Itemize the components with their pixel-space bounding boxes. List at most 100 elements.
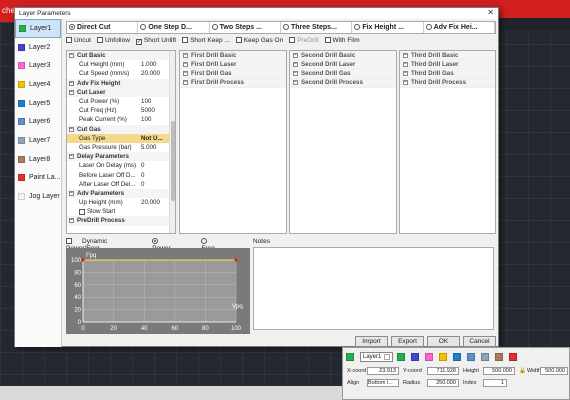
param-value-field[interactable]: Not U... [141,135,167,142]
cancel-button[interactable]: Cancel [463,336,496,347]
param-section[interactable]: − Adv Parameters [67,188,175,198]
import-button[interactable]: Import [355,336,388,347]
scrollbar-thumb[interactable] [171,121,175,201]
param-value-field[interactable]: 1.000 [141,61,167,68]
collapse-icon[interactable]: − [293,52,298,58]
param-scrollbar[interactable] [169,51,175,233]
layer-color-option[interactable] [481,353,490,361]
layer-color-option[interactable] [467,353,476,361]
index-field[interactable]: 1 [483,379,507,387]
parameter-panel[interactable]: − Cut Basic Cut Height (mm) 1.000 Cut Speed … [66,50,176,234]
collapse-icon[interactable]: − [403,80,408,86]
option-checkbox[interactable]: With Film [324,37,360,47]
export-button[interactable]: Export [391,336,424,347]
checkbox-icon[interactable] [79,208,85,215]
option-checkbox[interactable]: Uncut [66,37,91,47]
layer-color-option[interactable] [453,353,462,361]
param-section[interactable]: − Cut Basic [67,51,175,61]
layer-color-option[interactable] [397,353,406,361]
layer-dropdown[interactable]: Layer1 [360,352,394,362]
drill-section[interactable]: − Third Drill Laser [400,60,495,70]
cut-mode-radio[interactable]: Two Steps ... [210,22,281,33]
drill-section[interactable]: − Third Drill Process [400,78,495,88]
cut-mode-radio[interactable]: Fix Height ... [352,22,424,33]
notes-input[interactable] [253,247,494,330]
height-field[interactable]: 500.000 [483,367,515,375]
param-section[interactable]: − Adv Fix Height [67,78,175,88]
param-section[interactable]: − PreDrill Process [67,216,175,226]
collapse-icon[interactable]: − [183,52,188,58]
align-dropdown[interactable]: Bottom l... [367,379,399,387]
drill-section[interactable]: − Second Drill Gas [290,69,396,79]
layer-item[interactable]: Layer7 [15,131,61,150]
param-value-field[interactable]: 5000 [141,107,167,114]
drill-section[interactable]: − Third Drill Gas [400,69,495,79]
param-section[interactable]: − Cut Gas [67,124,175,134]
drill-section[interactable]: − Second Drill Laser [290,60,396,70]
layer-item[interactable]: Layer2 [15,38,61,57]
option-checkbox[interactable]: Short Keep ... [182,37,230,47]
drill-section[interactable]: − Second Drill Basic [290,51,396,61]
drill-section[interactable]: − First Drill Basic [180,51,286,61]
collapse-icon[interactable]: − [293,61,298,67]
param-value-field[interactable]: 0 [141,162,167,169]
collapse-icon[interactable]: − [403,52,408,58]
drill-section[interactable]: − First Drill Process [180,78,286,88]
collapse-icon[interactable]: − [69,89,74,95]
collapse-icon[interactable]: − [183,61,188,67]
y-coord-field[interactable]: 711.928 [427,367,459,375]
x-coord-field[interactable]: 23.913 [367,367,399,375]
layer-item[interactable]: Layer6 [15,112,61,131]
cut-mode-radio[interactable]: Three Steps... [281,22,353,33]
option-checkbox[interactable]: Unfollow [96,37,130,47]
layer-color-option[interactable] [495,353,504,361]
width-field[interactable]: 500.000 [540,367,568,375]
layer-item[interactable]: Layer5 [15,94,61,113]
collapse-icon[interactable]: − [293,80,298,86]
power-radio[interactable]: Power [152,238,191,252]
param-value-field[interactable]: 0 [141,172,167,179]
layer-color-option[interactable] [509,353,518,361]
param-value-field[interactable]: 20.000 [141,199,167,206]
collapse-icon[interactable]: − [183,70,188,76]
close-icon[interactable]: ✕ [487,8,494,17]
collapse-icon[interactable]: − [69,154,74,160]
dialog-titlebar[interactable]: Layer Parameters ✕ [15,8,498,19]
current-layer-swatch[interactable] [346,353,354,361]
collapse-icon[interactable]: − [69,218,74,224]
layer-item[interactable]: Jog Layer [15,187,61,206]
param-value-field[interactable]: 100 [141,116,167,123]
param-section[interactable]: − Delay Parameters [67,152,175,162]
option-checkbox[interactable]: Keep Gas On [235,37,283,47]
collapse-icon[interactable]: − [69,80,74,86]
param-section[interactable]: − Cut Laser [67,87,175,97]
cut-mode-radio[interactable]: Direct Cut [67,22,139,33]
ok-button[interactable]: OK [427,336,460,347]
drill-section[interactable]: − First Drill Laser [180,60,286,70]
drill-section[interactable]: − Third Drill Basic [400,51,495,61]
collapse-icon[interactable]: − [403,61,408,67]
cut-mode-radio[interactable]: One Step D... [138,22,210,33]
collapse-icon[interactable]: − [69,53,74,59]
drill-section[interactable]: − Second Drill Process [290,78,396,88]
cut-mode-radio[interactable]: Adv Fix Hei... [424,22,495,33]
layer-item[interactable]: Layer8 [15,150,61,169]
param-value-field[interactable]: 20.000 [141,70,167,77]
lock-icon[interactable]: 🔒 [519,368,526,374]
layer-item[interactable]: Layer1 [15,19,61,38]
param-value-field[interactable]: 100 [141,98,167,105]
radius-field[interactable]: 250.000 [427,379,459,387]
collapse-icon[interactable]: − [293,70,298,76]
param-value-field[interactable]: 5.000 [141,144,167,151]
layer-color-option[interactable] [425,353,434,361]
power-freq-graph[interactable]: 0 20 40 60 80 100 0 20 40 60 80 100 Fpq Vpq [66,248,250,334]
layer-item[interactable]: Layer4 [15,75,61,94]
collapse-icon[interactable]: − [69,126,74,132]
layer-color-option[interactable] [439,353,448,361]
drill-section[interactable]: − First Drill Gas [180,69,286,79]
collapse-icon[interactable]: − [69,190,74,196]
collapse-icon[interactable]: − [403,70,408,76]
freq-radio[interactable]: Freq [201,238,236,252]
param-value-field[interactable]: 0 [141,181,167,188]
layer-item[interactable]: Paint La... [15,169,61,188]
